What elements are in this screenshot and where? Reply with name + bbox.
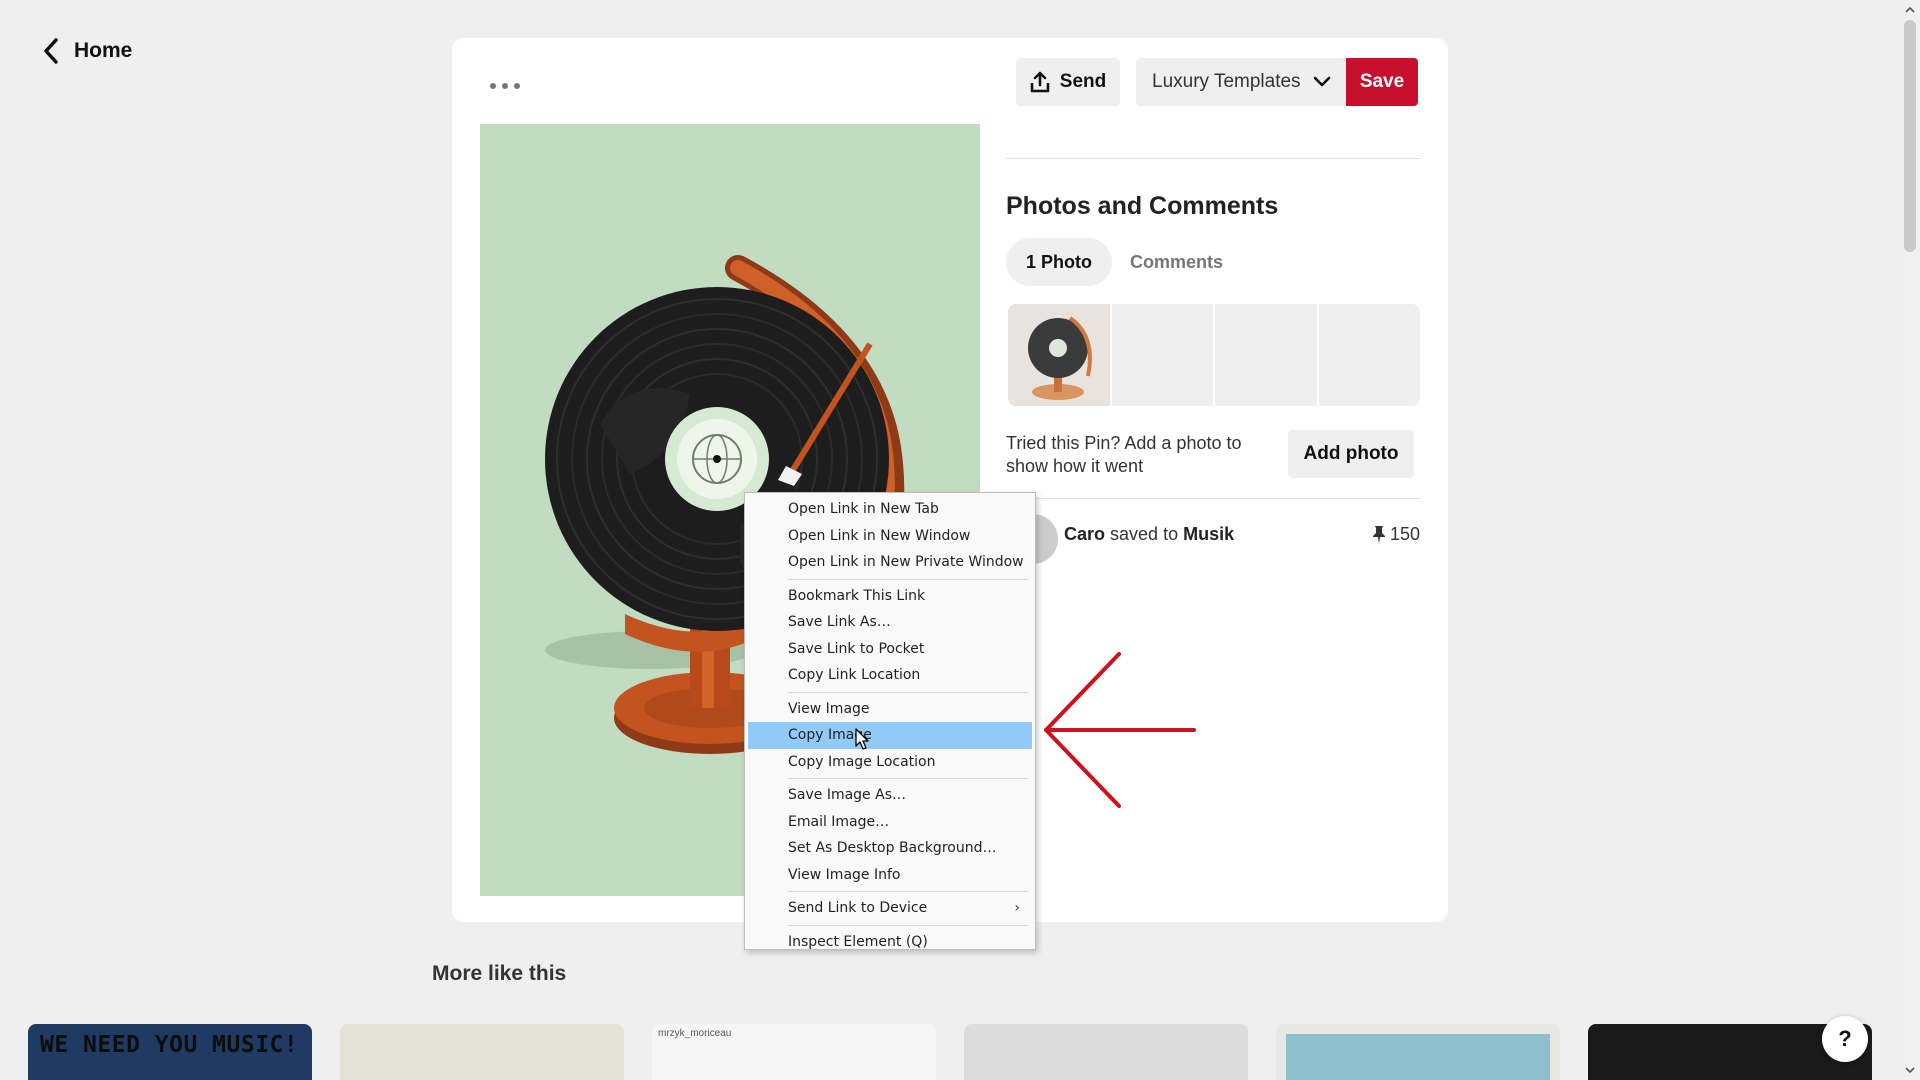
related-pin[interactable]: WE NEED YOU MUSIC! (28, 1024, 312, 1080)
menu-item-copy-link-location[interactable]: Copy Link Location (748, 662, 1032, 689)
upload-icon (1030, 71, 1050, 93)
chevron-left-icon (44, 38, 58, 64)
divider (1006, 158, 1420, 159)
photos-comments-title: Photos and Comments (1006, 192, 1279, 220)
menu-item-save-link-as[interactable]: Save Link As… (748, 609, 1032, 636)
menu-separator (788, 891, 1028, 892)
home-label: Home (74, 39, 133, 62)
tab-comments[interactable]: Comments (1130, 238, 1223, 286)
menu-item-send-link-device-label: Send Link to Device (788, 900, 928, 916)
menu-item-set-desktop-background[interactable]: Set As Desktop Background… (748, 835, 1032, 862)
home-back-link[interactable]: Home (40, 36, 132, 66)
menu-item-save-image-as[interactable]: Save Image As… (748, 782, 1032, 809)
related-pin[interactable] (964, 1024, 1248, 1080)
menu-item-copy-image-location[interactable]: Copy Image Location (748, 749, 1032, 776)
related-pin[interactable] (1276, 1024, 1560, 1080)
photo-thumbnail[interactable] (1008, 304, 1110, 406)
menu-item-copy-image[interactable]: Copy Image (748, 722, 1032, 749)
chevron-right-icon: › (1014, 900, 1020, 916)
related-pin-username: mrzyk_moriceau (658, 1028, 732, 1039)
scrollbar[interactable] (1900, 0, 1920, 1080)
board-name: Luxury Templates (1152, 71, 1301, 92)
scroll-up-icon[interactable] (1904, 4, 1916, 16)
menu-item-open-link-new-window[interactable]: Open Link in New Window (748, 523, 1032, 550)
related-pin-text: WE NEED YOU MUSIC! (40, 1032, 299, 1058)
board-select[interactable]: Luxury Templates (1136, 58, 1346, 106)
menu-separator (788, 578, 1028, 580)
menu-separator (788, 778, 1028, 779)
scrollbar-thumb[interactable] (1904, 20, 1916, 252)
empty-photo-slot (1318, 304, 1420, 406)
menu-item-email-image[interactable]: Email Image… (748, 809, 1032, 836)
mouse-cursor-icon (855, 728, 869, 750)
record-globe-thumbnail (1008, 304, 1110, 406)
empty-photo-slot (1215, 304, 1317, 406)
more-like-this-title: More like this (432, 962, 567, 985)
help-button[interactable]: ? (1822, 1016, 1868, 1062)
save-count-value: 150 (1390, 524, 1421, 544)
save-button[interactable]: Save (1346, 58, 1418, 106)
related-pin[interactable]: mrzyk_moriceau (652, 1024, 936, 1080)
scroll-down-icon[interactable] (1904, 1064, 1916, 1076)
menu-item-bookmark-link[interactable]: Bookmark This Link (748, 583, 1032, 610)
tried-pin-prompt: Tried this Pin? Add a photo to show how … (1006, 433, 1242, 476)
send-button[interactable]: Send (1016, 58, 1120, 106)
saver-name[interactable]: Caro (1064, 524, 1105, 544)
menu-separator (788, 691, 1028, 693)
divider (1006, 498, 1420, 499)
save-count: 150 (1372, 524, 1420, 545)
menu-item-open-link-new-tab[interactable]: Open Link in New Tab (748, 496, 1032, 523)
more-options-icon[interactable] (490, 78, 520, 94)
chevron-down-icon (1313, 76, 1331, 87)
menu-item-open-link-private-window[interactable]: Open Link in New Private Window (748, 549, 1032, 576)
red-arrow-annotation-icon (1044, 652, 1196, 808)
pin-icon (1373, 525, 1385, 544)
saved-board-name[interactable]: Musik (1183, 524, 1234, 544)
menu-item-send-link-device[interactable]: Send Link to Device › (748, 895, 1032, 922)
send-label: Send (1059, 71, 1107, 92)
menu-separator (788, 924, 1028, 926)
menu-item-view-image-info[interactable]: View Image Info (748, 862, 1032, 889)
menu-item-save-link-pocket[interactable]: Save Link to Pocket (748, 636, 1032, 663)
related-pin[interactable] (340, 1024, 624, 1080)
add-photo-button[interactable]: Add photo (1288, 430, 1414, 478)
empty-photo-slot (1112, 304, 1214, 406)
saved-by-line: Caro saved to Musik (1064, 524, 1234, 545)
context-menu: Open Link in New Tab Open Link in New Wi… (744, 492, 1036, 950)
photo-thumbnails (1008, 304, 1420, 406)
saved-to-text: saved to (1110, 524, 1179, 544)
menu-item-view-image[interactable]: View Image (748, 696, 1032, 723)
menu-item-inspect-element[interactable]: Inspect Element (Q) (748, 929, 1032, 956)
tab-photos[interactable]: 1 Photo (1006, 238, 1112, 286)
